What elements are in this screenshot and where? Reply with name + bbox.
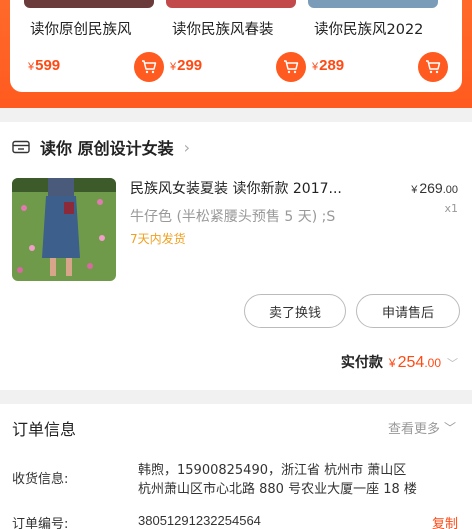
product-quantity: x1 <box>444 202 458 215</box>
product-image[interactable] <box>166 0 296 8</box>
product-price: ¥289 <box>312 57 345 74</box>
cart-icon <box>142 60 157 74</box>
chevron-right-icon: › <box>183 137 190 157</box>
product-thumbnail[interactable] <box>12 178 116 281</box>
address-label: 收货信息: <box>12 472 69 487</box>
paid-label: 实付款 <box>340 355 383 371</box>
address-line: 韩煦，15900825490，浙江省 杭州市 萧山区 <box>138 463 407 478</box>
add-to-cart-button[interactable] <box>418 52 448 82</box>
product-price: ¥599 <box>28 57 61 74</box>
address-line: 杭州萧山区市心北路 880 号农业大厦一座 18 楼 <box>138 482 417 497</box>
recommendation-band: 读你原创民族风 ¥599 读你民族风春装 ¥299 读你民族风2022 ¥289 <box>0 0 472 108</box>
shop-header[interactable]: 读你 原创设计女装 › <box>12 134 190 160</box>
view-more-label: 查看更多 <box>387 422 440 437</box>
shop-name[interactable]: 读你 原创设计女装 <box>40 135 174 159</box>
product-name[interactable]: 读你民族风春装 <box>172 18 274 39</box>
order-info-card: 订单信息 查看更多 ﹀ 收货信息: 韩煦，15900825490，浙江省 杭州市… <box>0 404 472 529</box>
order-number: 38051291232254564 <box>138 513 261 528</box>
product-image[interactable] <box>24 0 154 8</box>
chevron-down-icon: ﹀ <box>447 357 458 370</box>
paid-amount: ¥254.00 <box>388 354 441 371</box>
recommendation-item[interactable]: 读你民族风2022 ¥289 <box>308 0 458 92</box>
paid-amount-row[interactable]: 实付款 ¥254.00 ﹀ <box>341 352 458 372</box>
shipping-note: 7天内发货 <box>130 232 186 246</box>
product-image[interactable] <box>308 0 438 8</box>
recommendation-item[interactable]: 读你民族风春装 ¥299 <box>166 0 316 92</box>
shop-icon <box>12 140 30 154</box>
sell-button[interactable]: 卖了换钱 <box>244 294 346 328</box>
product-spec: 牛仔色 (半松紧腰头预售 5 天) ;S <box>130 209 336 225</box>
add-to-cart-button[interactable] <box>134 52 164 82</box>
cart-icon <box>426 60 441 74</box>
order-number-label: 订单编号: <box>12 517 69 529</box>
product-title[interactable]: 民族风女装夏装 读你新款 2017... <box>130 178 342 198</box>
product-photo <box>12 178 116 281</box>
copy-button[interactable]: 复制 <box>432 513 458 529</box>
order-info-title: 订单信息 <box>12 420 77 439</box>
product-price: ¥299 <box>170 57 203 74</box>
order-card: 读你 原创设计女装 › 民族风女装夏装 读你新款 2017... ¥269.00… <box>0 122 472 390</box>
cart-icon <box>284 60 299 74</box>
recommendation-card: 读你原创民族风 ¥599 读你民族风春装 ¥299 读你民族风2022 ¥289 <box>10 0 462 92</box>
add-to-cart-button[interactable] <box>276 52 306 82</box>
product-name[interactable]: 读你民族风2022 <box>314 18 423 39</box>
product-name[interactable]: 读你原创民族风 <box>30 18 132 39</box>
product-price: ¥269.00 <box>411 180 458 196</box>
after-sale-button[interactable]: 申请售后 <box>356 294 460 328</box>
view-more-button[interactable]: 查看更多 ﹀ <box>388 418 456 437</box>
chevron-down-icon: ﹀ <box>443 421 456 435</box>
recommendation-item[interactable]: 读你原创民族风 ¥599 <box>24 0 174 92</box>
